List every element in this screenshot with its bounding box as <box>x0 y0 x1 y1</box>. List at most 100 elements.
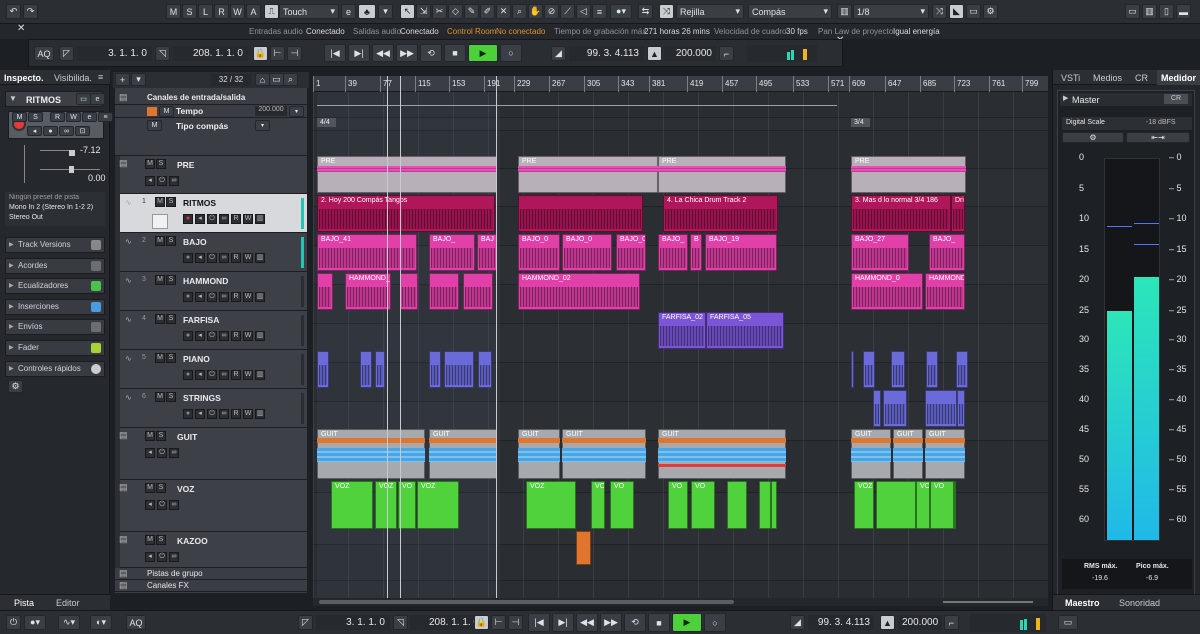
lock-icon-bottom[interactable]: 🔒 <box>474 615 489 630</box>
power-icon[interactable]: ⏻ <box>207 214 217 224</box>
link-icon[interactable]: ∞ <box>169 552 179 562</box>
track-kazoo[interactable]: ▤ M S KAZOO ◂ ⏻ ∞ <box>115 532 307 568</box>
left-locator-icon[interactable]: ◸ <box>59 46 74 61</box>
audio-event-hammond[interactable] <box>400 273 418 310</box>
panel-layout-icon[interactable]: ▥ <box>1142 4 1157 19</box>
record-mode-icon[interactable]: ●▾ <box>24 615 46 630</box>
punch-in-icon-bottom[interactable]: ⊢ <box>491 615 506 630</box>
folder-icon[interactable]: ▤ <box>119 430 128 441</box>
nudge-icon[interactable]: ⇆ <box>638 4 653 19</box>
folder-event-voz[interactable]: VO <box>691 481 715 529</box>
signature-menu-icon[interactable]: ▾ <box>255 120 270 131</box>
waveform-icon[interactable]: ∿▾ <box>58 615 80 630</box>
monitor-icon[interactable]: ◂ <box>145 552 155 562</box>
power-icon[interactable]: ⏻ <box>157 176 167 186</box>
audio-event-ritmos[interactable]: 3. Mas d lo normal 3/4 186 <box>851 195 951 232</box>
write-button[interactable]: W <box>243 253 253 263</box>
range-tool-icon[interactable]: ⇲ <box>416 4 431 19</box>
track-ritmos[interactable]: ∿ 1 M S RITMOS ● ◂ ⏻ ∞ R W ▥ <box>115 194 307 233</box>
output-routing[interactable]: Stereo Out <box>9 214 103 221</box>
punch-out-icon[interactable]: ⊣ <box>287 46 302 61</box>
audio-event-bajo[interactable]: BAJO_0 <box>518 234 560 271</box>
meter-icon[interactable]: ▥ <box>255 214 265 224</box>
track-pre[interactable]: ▤ M S PRE ◂ ⏻ ∞ <box>115 156 307 194</box>
metronome-icon[interactable]: ▲ <box>647 46 662 61</box>
audio-event-bajo[interactable]: BAJO_ <box>429 234 475 271</box>
folder-event-pre[interactable]: PRE <box>851 156 966 193</box>
monitor-icon[interactable]: ◂ <box>195 331 205 341</box>
play-icon[interactable]: ▶ <box>672 613 702 632</box>
eraser-tool-icon[interactable]: ◇ <box>448 4 463 19</box>
track-voz[interactable]: ▤ M S VOZ ◂ ⏻ ∞ <box>115 480 307 532</box>
lanes-button[interactable]: ≡ <box>98 112 113 122</box>
folder-event-kazoo[interactable] <box>576 531 591 565</box>
folder-event-voz[interactable]: VO <box>610 481 634 529</box>
power-icon[interactable]: ⏻ <box>157 448 167 458</box>
track-piano[interactable]: ∿ 5 M S PIANO ● ◂ ⏻ ∞ R W ▥ <box>115 350 307 389</box>
right-locator-icon-bottom[interactable]: ◹ <box>393 615 408 630</box>
cycle-icon[interactable]: ⟲ <box>624 613 646 632</box>
read-mode-button[interactable]: R <box>214 4 229 19</box>
mute-button[interactable]: M <box>155 314 165 324</box>
horizontal-scrollbar[interactable] <box>313 598 1048 606</box>
mute-button[interactable]: M <box>155 392 165 402</box>
track-menu-icon[interactable]: ▾ <box>131 73 146 86</box>
tempo-track[interactable]: M Tempo 200.000 ▾ <box>115 105 307 118</box>
monitor-icon[interactable]: ◂ <box>195 253 205 263</box>
input-routing[interactable]: Mono In 2 (Stereo In 1-2 2) <box>9 204 103 211</box>
audio-event-ritmos[interactable]: 2. Hoy 200 Compás Tangos <box>317 195 495 232</box>
audio-event-piano[interactable] <box>478 351 492 388</box>
write-button[interactable]: W <box>66 112 81 122</box>
collapse-icon[interactable]: ▼ <box>9 94 17 103</box>
record-enable-icon[interactable]: ● <box>183 409 193 419</box>
forward-icon[interactable]: ▶▶ <box>396 44 418 62</box>
goto-start-icon[interactable]: |◀ <box>528 613 550 632</box>
tab-loudness[interactable]: Sonoridad <box>1119 598 1160 608</box>
meter-reset-icon[interactable]: ⇤⇥ <box>1126 132 1190 143</box>
record-icon[interactable]: ○ <box>704 613 726 632</box>
automation-mode-select[interactable]: Touch ▾ <box>279 4 339 19</box>
suspend-icon[interactable]: e <box>341 4 356 19</box>
line-tool-icon[interactable]: ⟋ <box>560 4 575 19</box>
automation-button[interactable]: A <box>246 4 261 19</box>
zoom-tool-icon[interactable]: ⌕ <box>512 4 527 19</box>
solo-button[interactable]: S <box>166 314 176 324</box>
fold-icon[interactable]: ▭ <box>76 93 91 105</box>
panel-toggle-icon[interactable]: ▭ <box>1058 615 1078 630</box>
track-strings[interactable]: ∿ 6 M S STRINGS ● ◂ ⏻ ∞ R W ▥ <box>115 389 307 428</box>
section-track-versions[interactable]: Track Versions <box>5 237 105 253</box>
stop-icon[interactable]: ■ <box>648 613 670 632</box>
sync-icon-bottom[interactable]: ⌐ <box>944 615 959 630</box>
locator-line[interactable] <box>387 76 388 598</box>
audio-event-bajo[interactable]: B <box>690 234 702 271</box>
section-sends[interactable]: Envíos <box>5 319 105 335</box>
meter-settings-icon[interactable]: ⚙ <box>1062 132 1124 143</box>
drumstick-tool-icon[interactable]: ⊘ <box>544 4 559 19</box>
pencil-tool-icon[interactable]: ✎ <box>464 4 479 19</box>
group-tracks-row[interactable]: ▤ Pistas de grupo <box>115 568 307 580</box>
link-icon[interactable]: ∞ <box>219 370 229 380</box>
fx-channels-row[interactable]: ▤ Canales FX <box>115 580 307 592</box>
pan-value[interactable]: 0.00 <box>88 173 106 183</box>
link-icon[interactable]: ∞ <box>219 409 229 419</box>
folder-event-voz[interactable] <box>771 481 777 529</box>
right-locator-icon[interactable]: ◹ <box>155 46 170 61</box>
track-hammond[interactable]: ∿ 3 M S HAMMOND ● ◂ ⏻ ∞ R W ▥ <box>115 272 307 311</box>
play-icon[interactable]: ▶ <box>468 44 498 62</box>
meter-icon[interactable]: ▥ <box>255 331 265 341</box>
solo-button[interactable]: S <box>156 431 166 441</box>
edit-channel-icon[interactable]: e <box>90 93 105 105</box>
audio-event-piano[interactable] <box>926 351 938 388</box>
folder-event-voz[interactable]: VOZ <box>375 481 397 529</box>
tab-vsti[interactable]: VSTi <box>1061 73 1080 83</box>
link-icon[interactable]: ∞ <box>169 448 179 458</box>
punch-in-icon[interactable]: ⊢ <box>270 46 285 61</box>
audio-event-strings[interactable] <box>873 390 881 427</box>
audio-event-hammond[interactable]: HAMMOND_02 <box>518 273 640 310</box>
goto-end-icon[interactable]: ▶| <box>348 44 370 62</box>
left-locator-icon-bottom[interactable]: ◸ <box>298 615 313 630</box>
folder-event-pre[interactable]: PRE <box>518 156 658 193</box>
audio-event-farfisa[interactable]: FARFISA_02 <box>658 312 706 349</box>
lock-track-icon[interactable]: ● <box>43 126 58 136</box>
read-button[interactable]: R <box>231 253 241 263</box>
